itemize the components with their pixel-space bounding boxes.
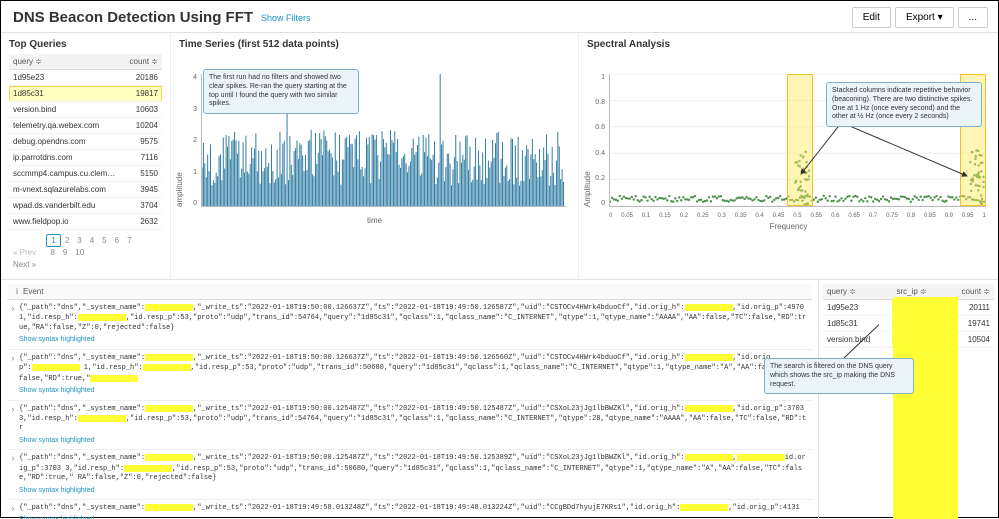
- sa-x-axis: 00.050.10.150.20.250.30.350.40.450.50.55…: [609, 213, 986, 219]
- col-count[interactable]: count ≑: [121, 54, 162, 70]
- sa-y-axis: 10.80.60.40.20: [595, 74, 605, 207]
- redacted-value: [680, 504, 728, 511]
- sa-xlabel: Frequency: [587, 222, 990, 231]
- event-row: ›{"_path":"dns","_system_name":,"_write_…: [7, 500, 812, 519]
- top-queries-table: query ≑ count ≑ 1d95e23201861d85c3119817…: [9, 54, 162, 230]
- redacted-value: [685, 405, 733, 412]
- redacted-value: [685, 354, 733, 361]
- col-expand: i: [11, 287, 23, 296]
- redacted-value: [145, 504, 193, 511]
- expand-icon[interactable]: ›: [7, 453, 19, 496]
- ts-xlabel: time: [179, 216, 570, 225]
- spectral-panel: Spectral Analysis Amplitude 10.80.60.40.…: [579, 33, 998, 279]
- spectral-title: Spectral Analysis: [587, 39, 990, 50]
- redacted-value: [78, 314, 126, 321]
- top-queries-row[interactable]: 1d95e2320186: [9, 70, 162, 86]
- pager-page[interactable]: 8: [46, 247, 58, 258]
- event-row: ›{"_path":"dns","_system_name":,"_write_…: [7, 350, 812, 401]
- redacted-value: [32, 364, 80, 371]
- event-row: ›{"_path":"dns","_system_name":,"_write_…: [7, 450, 812, 500]
- col-query[interactable]: query ≑: [9, 54, 121, 70]
- pager-page[interactable]: 9: [59, 247, 71, 258]
- pager-page[interactable]: 4: [86, 235, 98, 246]
- event-row: ›{"_path":"dns","_system_name":,"_write_…: [7, 300, 812, 350]
- edit-button[interactable]: Edit: [852, 7, 891, 28]
- annotation-timeseries: The first run had no filters and showed …: [203, 69, 359, 114]
- expand-icon[interactable]: ›: [7, 503, 19, 519]
- redacted-value: [145, 354, 193, 361]
- expand-icon[interactable]: ›: [7, 404, 19, 447]
- expand-icon[interactable]: ›: [7, 353, 19, 397]
- redacted-value: [143, 364, 191, 371]
- top-queries-row[interactable]: sccmmp4.campus.cu.clemson.edu5150: [9, 166, 162, 182]
- expand-icon[interactable]: ›: [7, 303, 19, 346]
- col-event: Event: [23, 287, 43, 296]
- export-button[interactable]: Export ▾: [895, 7, 954, 28]
- redacted-value: [78, 415, 126, 422]
- pager-prev[interactable]: « Prev: [9, 247, 40, 258]
- show-syntax-link[interactable]: Show syntax highlighted: [19, 386, 95, 395]
- more-button[interactable]: ...: [958, 7, 988, 28]
- annotation-spectral: Stacked columns indicate repetitive beha…: [826, 82, 982, 127]
- page-title: DNS Beacon Detection Using FFT: [13, 9, 253, 26]
- top-queries-row[interactable]: 1d85c3119817: [9, 86, 162, 102]
- top-queries-row[interactable]: debug.opendns.com9575: [9, 134, 162, 150]
- top-queries-row[interactable]: version.bind10603: [9, 102, 162, 118]
- ts-ylabel: amplitude: [175, 54, 184, 207]
- show-syntax-link[interactable]: Show syntax highlighted: [19, 515, 95, 519]
- pager-page[interactable]: 6: [111, 235, 123, 246]
- pager-page[interactable]: 3: [73, 235, 85, 246]
- events-panel: i Event ›{"_path":"dns","_system_name":,…: [1, 280, 818, 519]
- header: DNS Beacon Detection Using FFT Show Filt…: [1, 1, 998, 33]
- redacted-value: [124, 465, 172, 472]
- sa-ylabel: Amplitude: [583, 54, 592, 207]
- event-row: ›{"_path":"dns","_system_name":,"_write_…: [7, 401, 812, 451]
- pager-next[interactable]: Next »: [9, 259, 40, 270]
- redacted-value: [145, 304, 193, 311]
- show-filters-link[interactable]: Show Filters: [261, 13, 311, 23]
- show-syntax-link[interactable]: Show syntax highlighted: [19, 486, 95, 495]
- ts-y-axis: 43210: [187, 74, 197, 207]
- top-queries-row[interactable]: wpad.ds.vanderbilt.edu3704: [9, 198, 162, 214]
- redacted-value: [90, 375, 138, 382]
- redacted-src-ip-column: [893, 297, 958, 519]
- side-col-query[interactable]: query ≑: [823, 284, 892, 300]
- top-queries-panel: Top Queries query ≑ count ≑ 1d95e2320186…: [1, 33, 171, 279]
- top-queries-row[interactable]: m-vnext.sqlazurelabs.com3945: [9, 182, 162, 198]
- redacted-value: [145, 405, 193, 412]
- top-queries-title: Top Queries: [9, 39, 162, 50]
- pager-page[interactable]: 2: [61, 235, 73, 246]
- redacted-value: [685, 304, 733, 311]
- side-table-panel: query ≑ src_ip ≑ count ≑ 1d95e23201111d8…: [818, 280, 998, 519]
- redacted-value: [737, 454, 785, 461]
- redacted-value: [145, 454, 193, 461]
- annotation-side: The search is filtered on the DNS query …: [764, 358, 914, 394]
- pager-page[interactable]: 7: [123, 235, 135, 246]
- show-syntax-link[interactable]: Show syntax highlighted: [19, 335, 95, 344]
- show-syntax-link[interactable]: Show syntax highlighted: [19, 436, 95, 445]
- top-queries-row[interactable]: ip.parrotdns.com7116: [9, 150, 162, 166]
- top-queries-row[interactable]: www.fieldpop.io2632: [9, 214, 162, 230]
- pager: « Prev 1234567 8910 Next »: [9, 230, 162, 273]
- time-series-title: Time Series (first 512 data points): [179, 39, 570, 50]
- time-series-panel: Time Series (first 512 data points) ampl…: [171, 33, 579, 279]
- pager-page[interactable]: 10: [71, 247, 88, 258]
- redacted-value: [685, 454, 733, 461]
- pager-page[interactable]: 5: [98, 235, 110, 246]
- pager-page[interactable]: 1: [46, 234, 60, 247]
- top-queries-row[interactable]: telemetry.qa.webex.com10204: [9, 118, 162, 134]
